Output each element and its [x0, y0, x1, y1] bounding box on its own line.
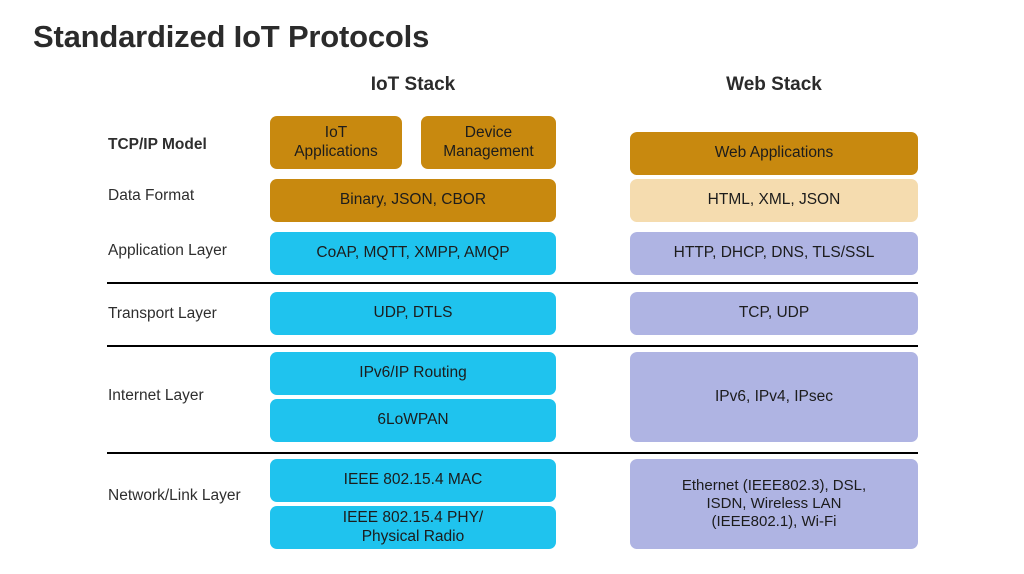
divider-above-transport-layer [107, 282, 918, 284]
row-label-tcpip-model: TCP/IP Model [108, 136, 207, 153]
web-box-web-applications[interactable]: Web Applications [630, 132, 918, 175]
iot-box-iot-applications[interactable]: IoT Applications [270, 116, 402, 169]
iot-box-ieee-802-15-4-mac[interactable]: IEEE 802.15.4 MAC [270, 459, 556, 502]
iot-box-device-management[interactable]: Device Management [421, 116, 556, 169]
web-box-ethernet-dsl-isdn-wlan[interactable]: Ethernet (IEEE802.3), DSL, ISDN, Wireless… [630, 459, 918, 549]
row-label-internet-layer: Internet Layer [108, 387, 204, 404]
row-label-network-link-layer: Network/Link Layer [108, 487, 241, 504]
diagram-canvas: Standardized IoT Protocols IoT Stack Web… [0, 0, 1024, 574]
iot-box-udp-dtls[interactable]: UDP, DTLS [270, 292, 556, 335]
iot-box-binary-json-cbor[interactable]: Binary, JSON, CBOR [270, 179, 556, 222]
divider-above-network-link-layer [107, 452, 918, 454]
row-label-transport-layer: Transport Layer [108, 305, 217, 322]
iot-box-ipv6-ip-routing[interactable]: IPv6/IP Routing [270, 352, 556, 395]
web-box-http-dhcp-dns-tls-ssl[interactable]: HTTP, DHCP, DNS, TLS/SSL [630, 232, 918, 275]
column-header-iot-stack: IoT Stack [370, 74, 456, 95]
column-header-web-stack: Web Stack [726, 74, 822, 95]
page-title: Standardized IoT Protocols [33, 19, 430, 54]
divider-above-internet-layer [107, 345, 918, 347]
iot-box-6lowpan[interactable]: 6LoWPAN [270, 399, 556, 442]
iot-box-coap-mqtt-xmpp-amqp[interactable]: CoAP, MQTT, XMPP, AMQP [270, 232, 556, 275]
web-box-tcp-udp[interactable]: TCP, UDP [630, 292, 918, 335]
row-label-application-layer: Application Layer [108, 242, 227, 259]
iot-box-ieee-802-15-4-phy[interactable]: IEEE 802.15.4 PHY/Physical Radio [270, 506, 556, 549]
web-box-ipv6-ipv4-ipsec[interactable]: IPv6, IPv4, IPsec [630, 352, 918, 442]
web-box-html-xml-json[interactable]: HTML, XML, JSON [630, 179, 918, 222]
row-label-data-format: Data Format [108, 187, 195, 204]
